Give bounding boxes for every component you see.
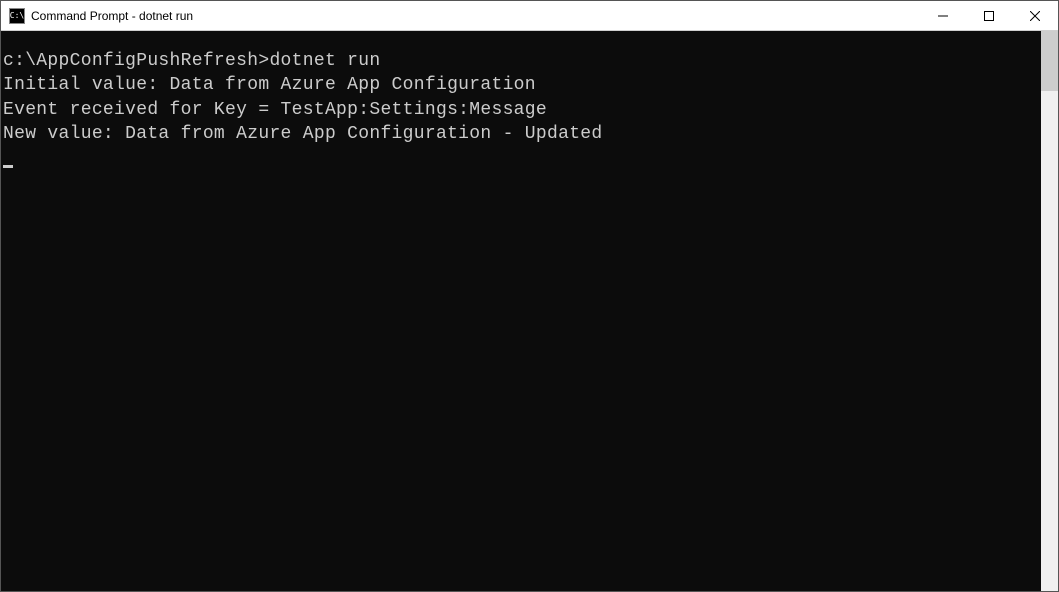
window-controls: [920, 1, 1058, 30]
output-line: Event received for Key = TestApp:Setting…: [3, 100, 547, 120]
window-title: Command Prompt - dotnet run: [31, 9, 920, 23]
close-icon: [1030, 11, 1040, 21]
maximize-icon: [984, 11, 994, 21]
maximize-button[interactable]: [966, 1, 1012, 30]
output-line: Initial value: Data from Azure App Confi…: [3, 75, 536, 95]
output-line: New value: Data from Azure App Configura…: [3, 124, 603, 144]
content-wrapper: c:\AppConfigPushRefresh>dotnet run Initi…: [1, 31, 1058, 591]
minimize-icon: [938, 11, 948, 21]
window-titlebar: C:\ Command Prompt - dotnet run: [1, 1, 1058, 31]
command-text: dotnet run: [269, 51, 380, 71]
terminal-output[interactable]: c:\AppConfigPushRefresh>dotnet run Initi…: [1, 31, 1041, 591]
app-icon: C:\: [9, 8, 25, 24]
vertical-scrollbar[interactable]: [1041, 31, 1058, 591]
scrollbar-thumb[interactable]: [1041, 31, 1058, 91]
terminal-cursor: [3, 165, 13, 168]
minimize-button[interactable]: [920, 1, 966, 30]
close-button[interactable]: [1012, 1, 1058, 30]
prompt-path: c:\AppConfigPushRefresh>: [3, 51, 269, 71]
